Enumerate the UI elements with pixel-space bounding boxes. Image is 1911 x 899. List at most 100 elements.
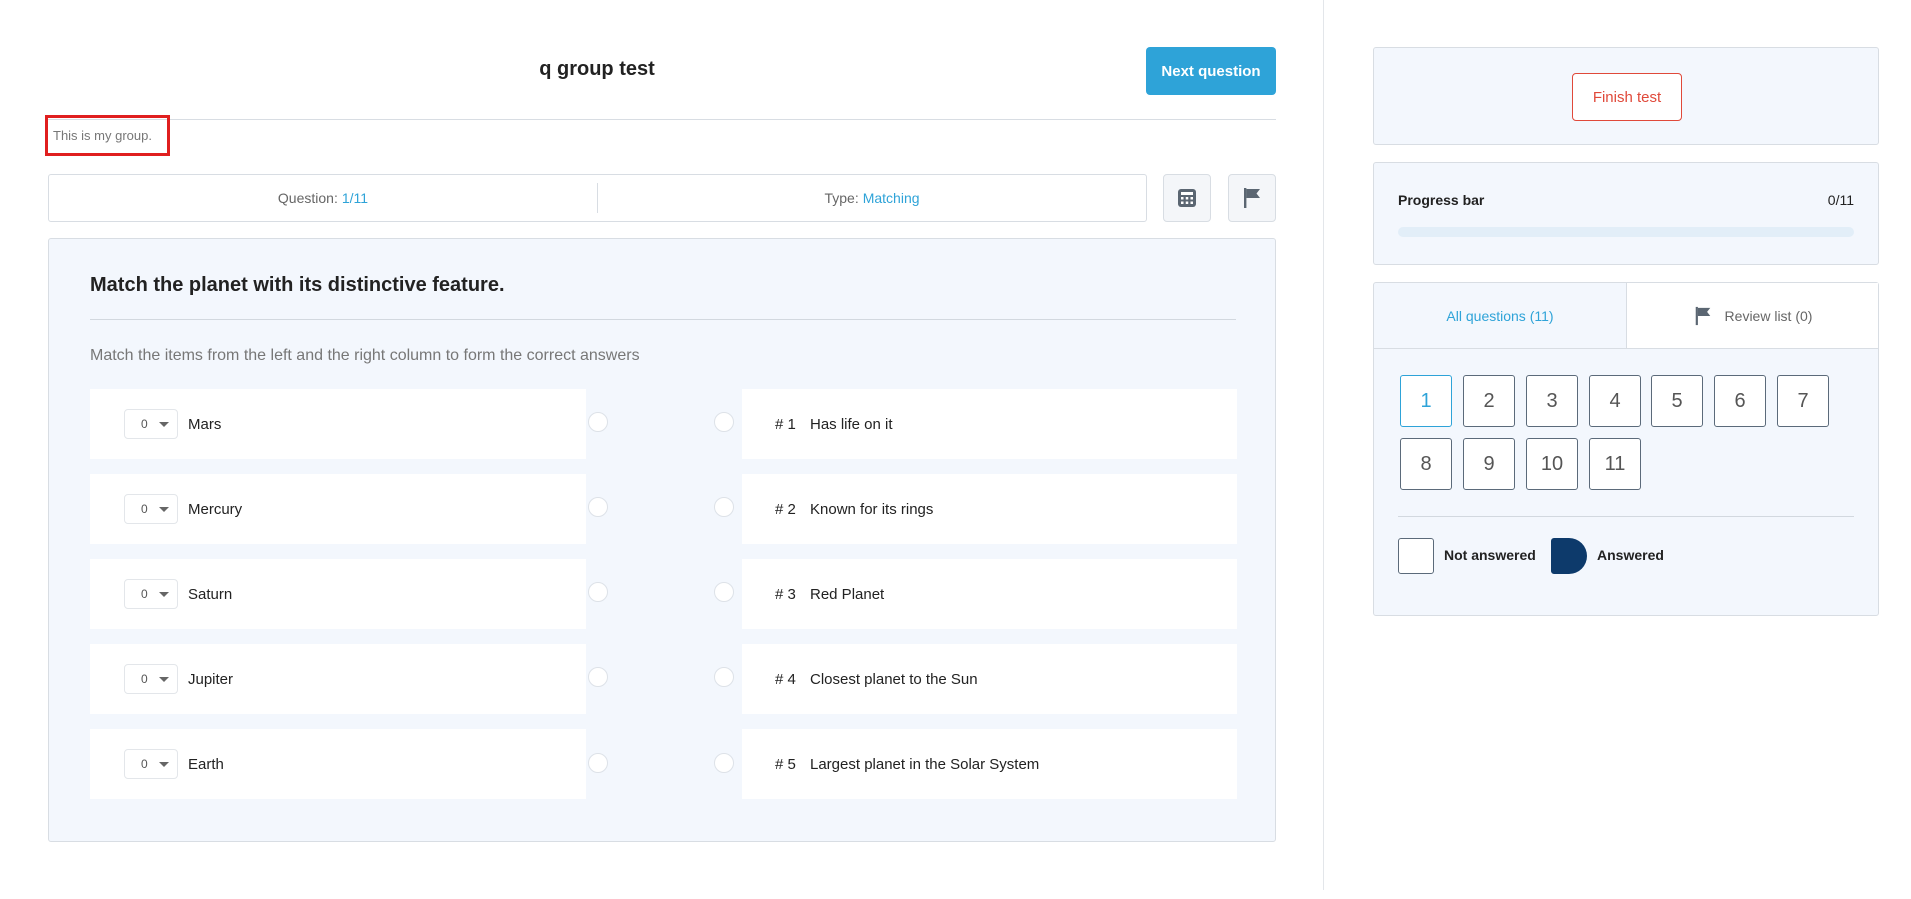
left-connector-dot[interactable] <box>588 412 608 432</box>
chevron-down-icon <box>159 592 169 597</box>
right-item-number: # 4 <box>775 670 796 688</box>
match-select[interactable]: 0 <box>124 664 178 694</box>
legend-divider <box>1398 516 1854 517</box>
sidebar-divider <box>1323 0 1324 890</box>
right-item: # 4 Closest planet to the Sun <box>742 644 1237 714</box>
right-connector-dot[interactable] <box>714 582 734 602</box>
left-connector-dot[interactable] <box>588 497 608 517</box>
right-item: # 5 Largest planet in the Solar System <box>742 729 1237 799</box>
page-title: q group test <box>539 58 655 80</box>
question-area: q group test Next question This is my gr… <box>0 0 1323 899</box>
match-select[interactable]: 0 <box>124 494 178 524</box>
question-type-label: Type: <box>824 190 859 206</box>
question-panel: Match the planet with its distinctive fe… <box>48 238 1276 842</box>
flag-question-button[interactable] <box>1228 174 1276 222</box>
left-connector-dot[interactable] <box>588 582 608 602</box>
question-title: Match the planet with its distinctive fe… <box>90 274 505 296</box>
group-description: This is my group. <box>45 115 170 156</box>
question-nav-button[interactable]: 4 <box>1589 375 1641 427</box>
not-answered-swatch <box>1398 538 1434 574</box>
match-select[interactable]: 0 <box>124 409 178 439</box>
right-connector-dot[interactable] <box>714 497 734 517</box>
progress-card: Progress bar 0/11 <box>1373 162 1879 265</box>
right-item-text: Known for its rings <box>810 500 934 518</box>
right-item-number: # 3 <box>775 585 796 603</box>
left-item-text: Saturn <box>188 585 233 603</box>
right-item-number: # 1 <box>775 415 796 433</box>
question-counter-value: 1/11 <box>341 190 369 206</box>
header-divider <box>48 119 1276 120</box>
calculator-icon <box>1178 189 1196 207</box>
match-select-value: 0 <box>141 587 148 601</box>
progress-bar <box>1398 227 1854 237</box>
progress-count: 0/11 <box>1827 192 1854 208</box>
flag-icon <box>1695 306 1710 325</box>
tab-review-list[interactable]: Review list (0) <box>1626 283 1878 348</box>
left-item: 0 Jupiter <box>90 644 586 714</box>
right-connector-dot[interactable] <box>714 412 734 432</box>
question-divider <box>90 319 1236 320</box>
question-nav-button[interactable]: 5 <box>1651 375 1703 427</box>
question-nav-button[interactable]: 7 <box>1777 375 1829 427</box>
question-nav-button[interactable]: 9 <box>1463 438 1515 490</box>
left-item-text: Jupiter <box>188 670 234 688</box>
question-type-value: Matching <box>862 190 920 206</box>
answered-label: Answered <box>1597 547 1664 563</box>
questions-card: All questions (11) Review list (0) 1 2 3… <box>1373 282 1879 616</box>
match-select-value: 0 <box>141 672 148 686</box>
left-item-text: Earth <box>188 755 224 773</box>
match-select[interactable]: 0 <box>124 579 178 609</box>
tab-review-list-label: Review list (0) <box>1724 307 1813 324</box>
left-item: 0 Mars <box>90 389 586 459</box>
match-select-value: 0 <box>141 502 148 516</box>
question-instruction: Match the items from the left and the ri… <box>90 347 640 364</box>
right-item-text: Largest planet in the Solar System <box>810 755 1040 773</box>
right-item: # 3 Red Planet <box>742 559 1237 629</box>
chevron-down-icon <box>159 422 169 427</box>
question-type: Type: Matching <box>597 183 1146 213</box>
progress-label: Progress bar <box>1398 192 1485 208</box>
right-item-text: Has life on it <box>810 415 893 433</box>
question-counter-label: Question: <box>277 190 338 206</box>
tab-all-questions-label: All questions (11) <box>1446 307 1554 324</box>
question-nav-button[interactable]: 3 <box>1526 375 1578 427</box>
tab-all-questions[interactable]: All questions (11) <box>1374 283 1626 348</box>
right-item: # 1 Has life on it <box>742 389 1237 459</box>
right-item-text: Red Planet <box>810 585 885 603</box>
right-item: # 2 Known for its rings <box>742 474 1237 544</box>
finish-test-button[interactable]: Finish test <box>1572 73 1682 121</box>
flag-icon <box>1244 188 1260 208</box>
right-item-number: # 2 <box>775 500 796 518</box>
question-nav-button[interactable]: 2 <box>1463 375 1515 427</box>
next-question-button[interactable]: Next question <box>1146 47 1276 95</box>
chevron-down-icon <box>159 507 169 512</box>
right-item-number: # 5 <box>775 755 796 773</box>
left-connector-dot[interactable] <box>588 753 608 773</box>
left-item: 0 Mercury <box>90 474 586 544</box>
question-nav-button[interactable]: 10 <box>1526 438 1578 490</box>
chevron-down-icon <box>159 762 169 767</box>
question-nav-button[interactable]: 6 <box>1714 375 1766 427</box>
match-select[interactable]: 0 <box>124 749 178 779</box>
question-tabs: All questions (11) Review list (0) <box>1374 283 1878 349</box>
left-connector-dot[interactable] <box>588 667 608 687</box>
right-connector-dot[interactable] <box>714 667 734 687</box>
question-info-bar: Question: 1/11 Type: Matching <box>48 174 1147 222</box>
match-select-value: 0 <box>141 417 148 431</box>
question-counter: Question: 1/11 <box>49 175 597 221</box>
left-item: 0 Saturn <box>90 559 586 629</box>
match-select-value: 0 <box>141 757 148 771</box>
question-nav-button[interactable]: 11 <box>1589 438 1641 490</box>
question-nav-button[interactable]: 1 <box>1400 375 1452 427</box>
left-item: 0 Earth <box>90 729 586 799</box>
left-item-text: Mercury <box>188 500 243 518</box>
calculator-button[interactable] <box>1163 174 1211 222</box>
left-item-text: Mars <box>188 415 222 433</box>
question-nav-button[interactable]: 8 <box>1400 438 1452 490</box>
chevron-down-icon <box>159 677 169 682</box>
right-item-text: Closest planet to the Sun <box>810 670 978 688</box>
not-answered-label: Not answered <box>1444 547 1536 563</box>
finish-card: Finish test <box>1373 47 1879 145</box>
answered-swatch <box>1551 538 1587 574</box>
right-connector-dot[interactable] <box>714 753 734 773</box>
